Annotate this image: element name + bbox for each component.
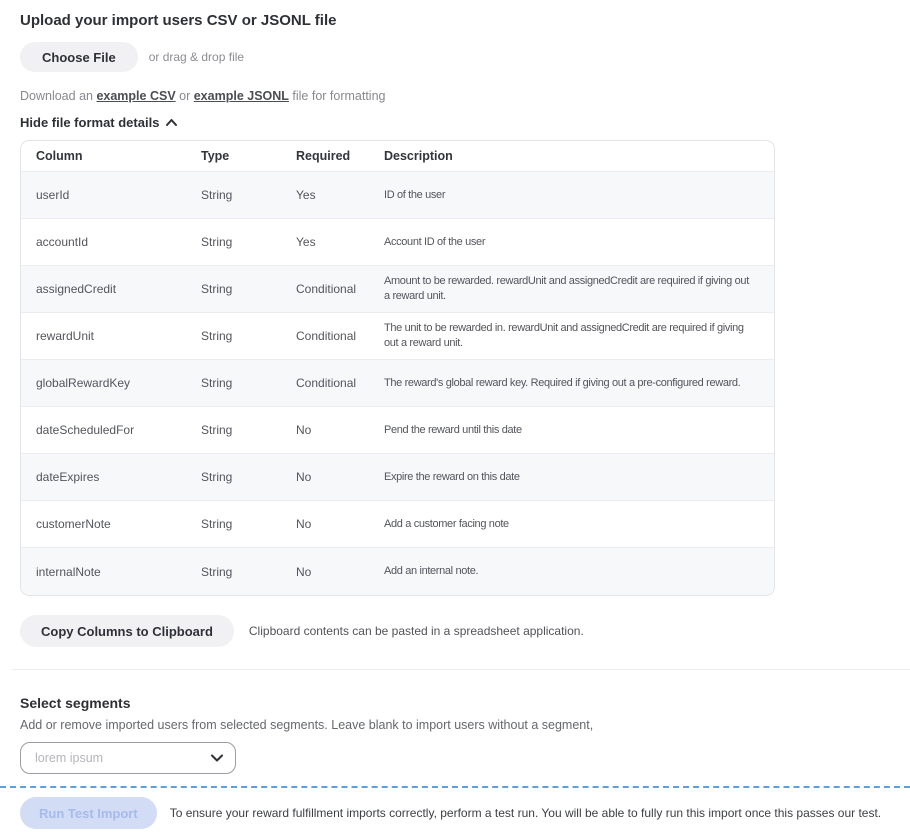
segments-title: Select segments (20, 695, 890, 711)
table-cell: internalNote (21, 559, 201, 585)
table-cell: Conditional (296, 370, 384, 396)
hide-file-format-details-toggle[interactable]: Hide file format details (20, 115, 177, 130)
column-header-description: Description (384, 149, 774, 164)
section-divider (12, 669, 910, 670)
table-cell: Yes (296, 182, 384, 208)
table-cell: String (201, 229, 296, 255)
clipboard-row: Copy Columns to Clipboard Clipboard cont… (20, 615, 890, 647)
table-cell: Conditional (296, 276, 384, 302)
table-row: accountIdStringYesAccount ID of the user (21, 219, 774, 266)
clipboard-hint: Clipboard contents can be pasted in a sp… (249, 624, 584, 638)
table-cell: Add a customer facing note (384, 511, 774, 538)
table-cell: Add an internal note. (384, 558, 774, 585)
table-cell: Yes (296, 229, 384, 255)
table-cell: Pend the reward until this date (384, 417, 774, 444)
table-row: internalNoteStringNoAdd an internal note… (21, 548, 774, 595)
import-users-panel: Upload your import users CSV or JSONL fi… (0, 0, 910, 774)
file-upload-row: Choose File or drag & drop file (20, 42, 890, 72)
table-cell: No (296, 417, 384, 443)
table-cell: String (201, 323, 296, 349)
table-cell: userId (21, 182, 201, 208)
toggle-label: Hide file format details (20, 115, 159, 130)
test-import-note: To ensure your reward fulfillment import… (170, 806, 881, 820)
chevron-up-icon (166, 119, 177, 126)
table-header-row: Column Type Required Description (21, 141, 774, 172)
choose-file-button[interactable]: Choose File (20, 42, 138, 72)
table-cell: String (201, 276, 296, 302)
table-cell: Account ID of the user (384, 229, 774, 256)
table-cell: String (201, 370, 296, 396)
example-files-line: Download an example CSV or example JSONL… (20, 89, 890, 103)
table-cell: ID of the user (384, 182, 774, 209)
table-cell: globalRewardKey (21, 370, 201, 396)
table-cell: dateScheduledFor (21, 417, 201, 443)
table-row: dateScheduledForStringNoPend the reward … (21, 407, 774, 454)
download-middle: or (176, 89, 194, 103)
table-cell: String (201, 511, 296, 537)
column-header-required: Required (296, 149, 384, 163)
segments-select[interactable]: lorem ipsum (20, 742, 236, 774)
table-cell: No (296, 464, 384, 490)
example-csv-link[interactable]: example CSV (96, 89, 175, 103)
download-prefix: Download an (20, 89, 96, 103)
table-cell: accountId (21, 229, 201, 255)
download-suffix: file for formatting (289, 89, 386, 103)
page-title: Upload your import users CSV or JSONL fi… (20, 12, 890, 29)
table-cell: String (201, 182, 296, 208)
table-row: dateExpiresStringNoExpire the reward on … (21, 454, 774, 501)
table-cell: Amount to be rewarded. rewardUnit and as… (384, 268, 774, 310)
chevron-down-icon (211, 754, 223, 762)
column-header-type: Type (201, 149, 296, 163)
drag-drop-hint: or drag & drop file (149, 50, 244, 64)
copy-columns-button[interactable]: Copy Columns to Clipboard (20, 615, 234, 647)
table-cell: dateExpires (21, 464, 201, 490)
table-cell: The unit to be rewarded in. rewardUnit a… (384, 315, 774, 357)
table-cell: String (201, 559, 296, 585)
table-cell: assignedCredit (21, 276, 201, 302)
table-row: assignedCreditStringConditionalAmount to… (21, 266, 774, 313)
table-row: globalRewardKeyStringConditionalThe rewa… (21, 360, 774, 407)
table-cell: No (296, 511, 384, 537)
table-row: userIdStringYesID of the user (21, 172, 774, 219)
table-body: userIdStringYesID of the useraccountIdSt… (21, 172, 774, 595)
run-test-import-button[interactable]: Run Test Import (20, 797, 157, 829)
table-cell: String (201, 464, 296, 490)
column-header-column: Column (21, 149, 201, 163)
segments-description: Add or remove imported users from select… (20, 718, 890, 732)
table-cell: The reward's global reward key. Required… (384, 370, 774, 397)
table-row: customerNoteStringNoAdd a customer facin… (21, 501, 774, 548)
table-row: rewardUnitStringConditionalThe unit to b… (21, 313, 774, 360)
file-format-table: Column Type Required Description userIdS… (20, 140, 775, 596)
table-cell: customerNote (21, 511, 201, 537)
example-jsonl-link[interactable]: example JSONL (194, 89, 289, 103)
table-cell: String (201, 417, 296, 443)
segments-select-placeholder: lorem ipsum (35, 751, 103, 765)
table-cell: rewardUnit (21, 323, 201, 349)
table-cell: No (296, 559, 384, 585)
table-cell: Expire the reward on this date (384, 464, 774, 491)
test-import-footer: Run Test Import To ensure your reward fu… (0, 786, 910, 838)
table-cell: Conditional (296, 323, 384, 349)
